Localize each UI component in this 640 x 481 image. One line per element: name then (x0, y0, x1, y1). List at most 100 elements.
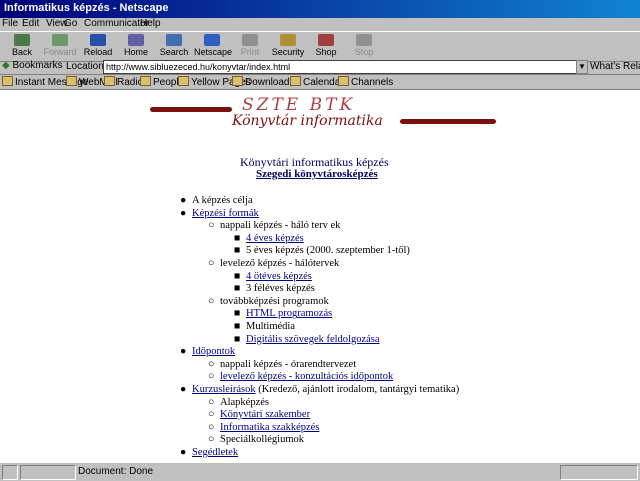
bullet-icon: ○ (208, 434, 215, 446)
back-button[interactable]: Back (4, 32, 40, 60)
location-input[interactable]: http://www.sibluezeced.hu/konyvtar/index… (103, 60, 577, 74)
bullet-icon: ○ (208, 258, 215, 269)
nav-link[interactable]: 4 ötéves képzés (246, 271, 312, 282)
shop-button[interactable]: Shop (308, 32, 344, 60)
nav-item: ○ Könyvtári szakember (208, 409, 310, 420)
bullet-icon: ● (180, 346, 187, 358)
nav-item: ● Időpontok (180, 346, 235, 357)
bookmarks-label: Bookmarks (12, 60, 63, 71)
nav-text: 5 éves képzés (2000. szeptember 1-től) (246, 245, 410, 257)
print-button[interactable]: Print (232, 32, 268, 60)
search-label: Search (159, 47, 189, 57)
bullet-icon: ■ (234, 333, 241, 345)
nav-text: Multimédia (246, 321, 295, 332)
nav-item: ○ nappali képzés - órarendtervezet (208, 359, 356, 370)
bullet-icon: ■ (234, 308, 241, 320)
home-label: Home (123, 47, 148, 57)
nav-link[interactable]: Képzési formák (192, 208, 259, 219)
status-bar: Document: Done (0, 462, 640, 481)
bookmark-icon (140, 76, 151, 86)
stop-button[interactable]: Stop (346, 32, 382, 60)
security-icon (280, 34, 296, 46)
personal-bar-item[interactable]: Radio (104, 76, 143, 88)
nav-link[interactable]: Segédletek (192, 447, 238, 458)
netscape-button[interactable]: Netscape (194, 32, 233, 60)
menu-edit[interactable]: Edit (22, 18, 39, 29)
menu-go[interactable]: Go (64, 18, 77, 29)
whats-related-button[interactable]: What's Related (590, 61, 640, 72)
banner-title: SZTE BTK (242, 95, 356, 115)
reload-button[interactable]: Reload (80, 32, 116, 60)
shop-label: Shop (315, 47, 337, 57)
nav-item: ○ továbbképzési programok (208, 296, 329, 307)
nav-item: ■ 4 ötéves képzés (234, 271, 312, 282)
nav-text: Alapképzés (220, 396, 269, 408)
nav-link[interactable]: Informatika szakképzés (220, 422, 319, 433)
nav-text: A képzés célja (192, 195, 253, 206)
nav-item: ○ levelező képzés - konzultációs időponto… (208, 371, 393, 382)
reload-icon (90, 34, 106, 46)
back-label: Back (11, 47, 32, 57)
menu-file[interactable]: File (2, 18, 18, 29)
bullet-icon: ■ (234, 270, 241, 282)
bookmarks-icon: ◆ (2, 60, 10, 71)
back-icon (14, 34, 30, 46)
nav-item: ○ nappali képzés - háló terv ek (208, 220, 340, 231)
nav-link[interactable]: Időpontok (192, 346, 235, 357)
bookmark-icon (104, 76, 115, 86)
location-bar: ◆ Bookmarks Location: http://www.sibluez… (0, 60, 640, 75)
forward-button[interactable]: Forward (42, 32, 78, 60)
reload-label: Reload (83, 47, 113, 57)
menu-help[interactable]: Help (140, 18, 161, 29)
location-dropdown-icon[interactable]: ▼ (576, 60, 588, 74)
personal-bar-item[interactable]: Calendar (290, 76, 344, 88)
security-button[interactable]: Security (270, 32, 306, 60)
personal-bar-item[interactable]: Download (232, 76, 289, 88)
nav-link[interactable]: Könyvtári szakember (220, 409, 310, 420)
forward-label: Forward (43, 47, 77, 57)
bullet-icon: ○ (208, 421, 215, 433)
page-subheading-link[interactable]: Szegedi könyvtárosképzés (256, 168, 378, 180)
bookmarks-button[interactable]: ◆ Bookmarks (2, 60, 63, 73)
page-content: SZTE BTK Könyvtár informatika Könyvtári … (0, 90, 640, 462)
home-button[interactable]: Home (118, 32, 154, 60)
navigation-toolbar: Back Forward Reload Home Search Netscape Print… (0, 31, 640, 62)
bullet-icon: ● (180, 195, 187, 206)
bullet-icon: ■ (234, 283, 241, 295)
title-bar: Informatikus képzés - Netscape (0, 0, 640, 18)
search-button[interactable]: Search (156, 32, 192, 60)
stop-label: Stop (354, 47, 374, 57)
bullet-icon: ○ (208, 220, 215, 232)
home-icon (128, 34, 144, 46)
personal-bar-item[interactable]: Channels (338, 76, 393, 88)
nav-item: ■ HTML programozás (234, 308, 332, 319)
netscape-icon (204, 34, 220, 46)
nav-item: ○ Speciálkollégiumok (208, 434, 304, 445)
bullet-icon: ■ (234, 232, 241, 244)
netscape-label: Netscape (194, 47, 233, 57)
nav-note: (Kredező, ajánlott irodalom, tantárgyi t… (255, 384, 460, 395)
nav-item: ● A képzés célja (180, 195, 253, 206)
nav-link[interactable]: 4 éves képzés (246, 233, 304, 244)
nav-item: ■ Multimédia (234, 321, 295, 332)
nav-item: ■ 4 éves képzés (234, 233, 304, 244)
shop-icon (318, 34, 334, 46)
nav-link[interactable]: levelező képzés - konzultációs időpontok (220, 371, 393, 382)
nav-text: nappali képzés - háló terv ek (220, 220, 341, 232)
nav-link[interactable]: Digitális szövegek feldolgozása (246, 334, 380, 345)
nav-item: ■ 5 éves képzés (2000. szeptember 1-től) (234, 245, 410, 256)
nav-text: levelező képzés - hálótervek (220, 258, 340, 269)
nav-text: 3 féléves képzés (246, 283, 315, 295)
bullet-icon: ○ (208, 295, 215, 307)
progress-meter (20, 465, 76, 480)
print-label: Print (240, 47, 260, 57)
nav-item: ○ levelező képzés - hálótervek (208, 258, 339, 269)
security-label: Security (271, 47, 305, 57)
nav-item: ● Kurzusleírások (Kredező, ajánlott iroda… (180, 384, 459, 395)
nav-link[interactable]: Kurzusleírások (192, 384, 256, 395)
personal-toolbar: Instant Message WebMail Radio People Yellow … (0, 75, 640, 90)
status-text: Document: Done (78, 466, 154, 477)
nav-link[interactable]: HTML programozás (246, 308, 332, 319)
bullet-icon: ○ (208, 409, 215, 421)
security-lock-icon[interactable] (2, 465, 18, 480)
